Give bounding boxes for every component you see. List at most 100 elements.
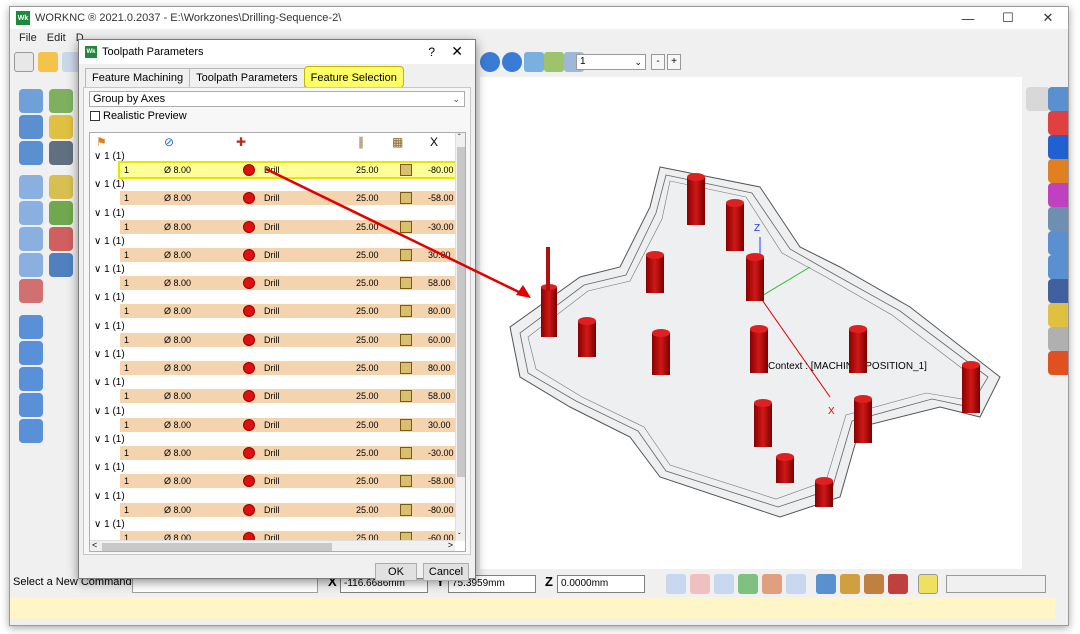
new-file-icon[interactable] <box>14 52 34 72</box>
group-label[interactable]: ∨ 1 (1) <box>94 264 125 275</box>
z-coord-field[interactable]: 0.0000mm <box>557 575 645 593</box>
group-label[interactable]: ∨ 1 (1) <box>94 462 125 473</box>
cycle-icon[interactable] <box>400 333 412 346</box>
plunge-icon[interactable] <box>19 227 43 251</box>
group-row[interactable]: ∨ 1 (1) 1 Ø 8.00 Drill 25.00 -58.00 <box>90 462 455 490</box>
horizontal-scroll-thumb[interactable] <box>102 543 332 551</box>
realistic-preview-checkbox[interactable] <box>90 111 100 121</box>
axis-column-icon[interactable]: ⚑ <box>96 135 107 149</box>
pointer-icon[interactable] <box>666 574 686 594</box>
rework-icon[interactable] <box>49 201 73 225</box>
cycle-icon[interactable] <box>400 390 412 403</box>
cycle-icon[interactable] <box>400 305 412 318</box>
group-label[interactable]: ∨ 1 (1) <box>94 377 125 388</box>
cycle-icon[interactable] <box>400 503 412 516</box>
cut-icon[interactable] <box>19 279 43 303</box>
group-row[interactable]: ∨ 1 (1) 1 Ø 8.00 Drill 25.00 80.00 <box>90 292 455 320</box>
group-by-select[interactable]: Group by Axes ⌄ <box>89 91 465 107</box>
surface-icon[interactable] <box>49 89 73 113</box>
group-label[interactable]: ∨ 1 (1) <box>94 321 125 332</box>
drill-column-icon[interactable]: ✚ <box>236 135 246 149</box>
pan-view-icon[interactable] <box>502 52 522 72</box>
view-3d-icon[interactable] <box>1048 87 1068 111</box>
group-label[interactable]: ∨ 1 (1) <box>94 179 125 190</box>
group-label[interactable]: ∨ 1 (1) <box>94 349 125 360</box>
flat-icon[interactable] <box>49 227 73 251</box>
cycle-icon[interactable] <box>400 475 412 488</box>
3d-viewport[interactable]: Z X Context : [MACHINE_POSITION_1] <box>480 77 1022 569</box>
highlight-icon[interactable] <box>918 574 938 594</box>
scroll-left-icon[interactable]: < <box>92 540 97 550</box>
scroll-down-icon[interactable]: ˇ <box>458 532 461 541</box>
color-icon[interactable] <box>1048 351 1068 375</box>
table-row[interactable]: 1 Ø 8.00 Drill 25.00 60.00 <box>120 332 455 347</box>
pocket-icon[interactable] <box>49 175 73 199</box>
table-row[interactable]: 1 Ø 8.00 Drill 25.00 -58.00 <box>120 474 455 489</box>
table-row[interactable]: 1 Ø 8.00 Drill 25.00 58.00 <box>120 389 455 404</box>
close-button[interactable]: ✕ <box>1028 7 1068 29</box>
x-column-header[interactable]: X <box>430 135 438 149</box>
table-row[interactable]: 1 Ø 8.00 Drill 25.00 80.00 <box>120 304 455 319</box>
a-tool-icon[interactable] <box>19 393 43 417</box>
tool-db-icon[interactable] <box>840 574 860 594</box>
layer-plus-button[interactable]: + <box>667 54 681 70</box>
group-row[interactable]: ∨ 1 (1) 1 Ø 8.00 Drill 25.00 -58.00 <box>90 179 455 207</box>
vertical-scrollbar[interactable]: ˆ ˇ <box>455 133 465 541</box>
group-label[interactable]: ∨ 1 (1) <box>94 434 125 445</box>
help-button[interactable]: ? <box>428 45 435 59</box>
select-icon[interactable] <box>1026 87 1050 111</box>
snap-icon[interactable] <box>690 574 710 594</box>
machining-icon[interactable] <box>19 141 43 165</box>
machine-icon[interactable] <box>864 574 884 594</box>
table-row[interactable]: 1 Ø 8.00 Drill 25.00 -30.00 <box>120 445 455 460</box>
group-label[interactable]: ∨ 1 (1) <box>94 406 125 417</box>
group-label[interactable]: ∨ 1 (1) <box>94 236 125 247</box>
measure-icon[interactable] <box>1048 279 1068 303</box>
menu-edit[interactable]: Edit <box>42 32 71 44</box>
wire-icon[interactable] <box>1048 231 1068 255</box>
tab-toolpath-parameters[interactable]: Toolpath Parameters <box>189 68 305 88</box>
h-tool-icon[interactable] <box>19 341 43 365</box>
s-tool-icon[interactable] <box>19 315 43 339</box>
cycle-icon[interactable] <box>400 192 412 205</box>
finish-icon[interactable] <box>19 201 43 225</box>
scroll-right-icon[interactable]: > <box>448 540 453 550</box>
ok-button[interactable]: OK <box>375 563 417 581</box>
realistic-preview-option[interactable]: Realistic Preview <box>90 110 187 122</box>
formula-icon[interactable] <box>786 574 806 594</box>
view-front-icon[interactable] <box>1048 111 1068 135</box>
cycle-icon[interactable] <box>400 164 412 176</box>
axis-icon[interactable] <box>1048 303 1068 327</box>
shade-icon[interactable] <box>1048 207 1068 231</box>
scroll-up-icon[interactable]: ˆ <box>458 133 461 142</box>
tab-feature-selection[interactable]: Feature Selection <box>303 66 404 88</box>
layers-icon[interactable] <box>738 574 758 594</box>
table-row[interactable]: 1 Ø 8.00 Drill 25.00 80.00 <box>120 361 455 376</box>
maximize-button[interactable]: ☐ <box>988 7 1028 29</box>
section-icon[interactable] <box>1048 255 1068 279</box>
group-label[interactable]: ∨ 1 (1) <box>94 208 125 219</box>
open-folder-icon[interactable] <box>38 52 58 72</box>
layer-select[interactable]: 1 ⌄ <box>576 54 646 70</box>
vertical-scroll-thumb[interactable] <box>457 147 465 477</box>
report-icon[interactable] <box>888 574 908 594</box>
layer-minus-button[interactable]: - <box>651 54 665 70</box>
group-row[interactable]: ∨ 1 (1) 1 Ø 8.00 Drill 25.00 60.00 <box>90 321 455 349</box>
grid-snap-icon[interactable] <box>714 574 734 594</box>
depth-column-icon[interactable]: ∥ <box>358 135 364 149</box>
group-label[interactable]: ∨ 1 (1) <box>94 519 125 530</box>
group-row[interactable]: ∨ 1 (1) 1 Ø 8.00 Drill 25.00 58.00 <box>90 264 455 292</box>
view-iso-icon[interactable] <box>1048 183 1068 207</box>
group-row[interactable]: ∨ 1 (1) 1 Ø 8.00 Drill 25.00 -30.00 <box>90 208 455 236</box>
feature-icon[interactable] <box>49 115 73 139</box>
cycle-column-icon[interactable]: ▦ <box>392 135 403 149</box>
cycle-icon[interactable] <box>400 277 412 290</box>
group-row[interactable]: ∨ 1 (1) 1 Ø 8.00 Drill 25.00 30.00 <box>90 236 455 264</box>
toolpath-icon[interactable] <box>19 89 43 113</box>
cycle-icon[interactable] <box>400 248 412 261</box>
table-row[interactable]: 1 Ø 8.00 Drill 25.00 58.00 <box>120 276 455 291</box>
table-row[interactable]: 1 Ø 8.00 Drill 25.00 30.00 <box>120 417 455 432</box>
horizontal-scrollbar[interactable]: < > <box>90 540 455 551</box>
diameter-column-icon[interactable]: ⊘ <box>164 135 174 149</box>
cycle-icon[interactable] <box>400 446 412 459</box>
